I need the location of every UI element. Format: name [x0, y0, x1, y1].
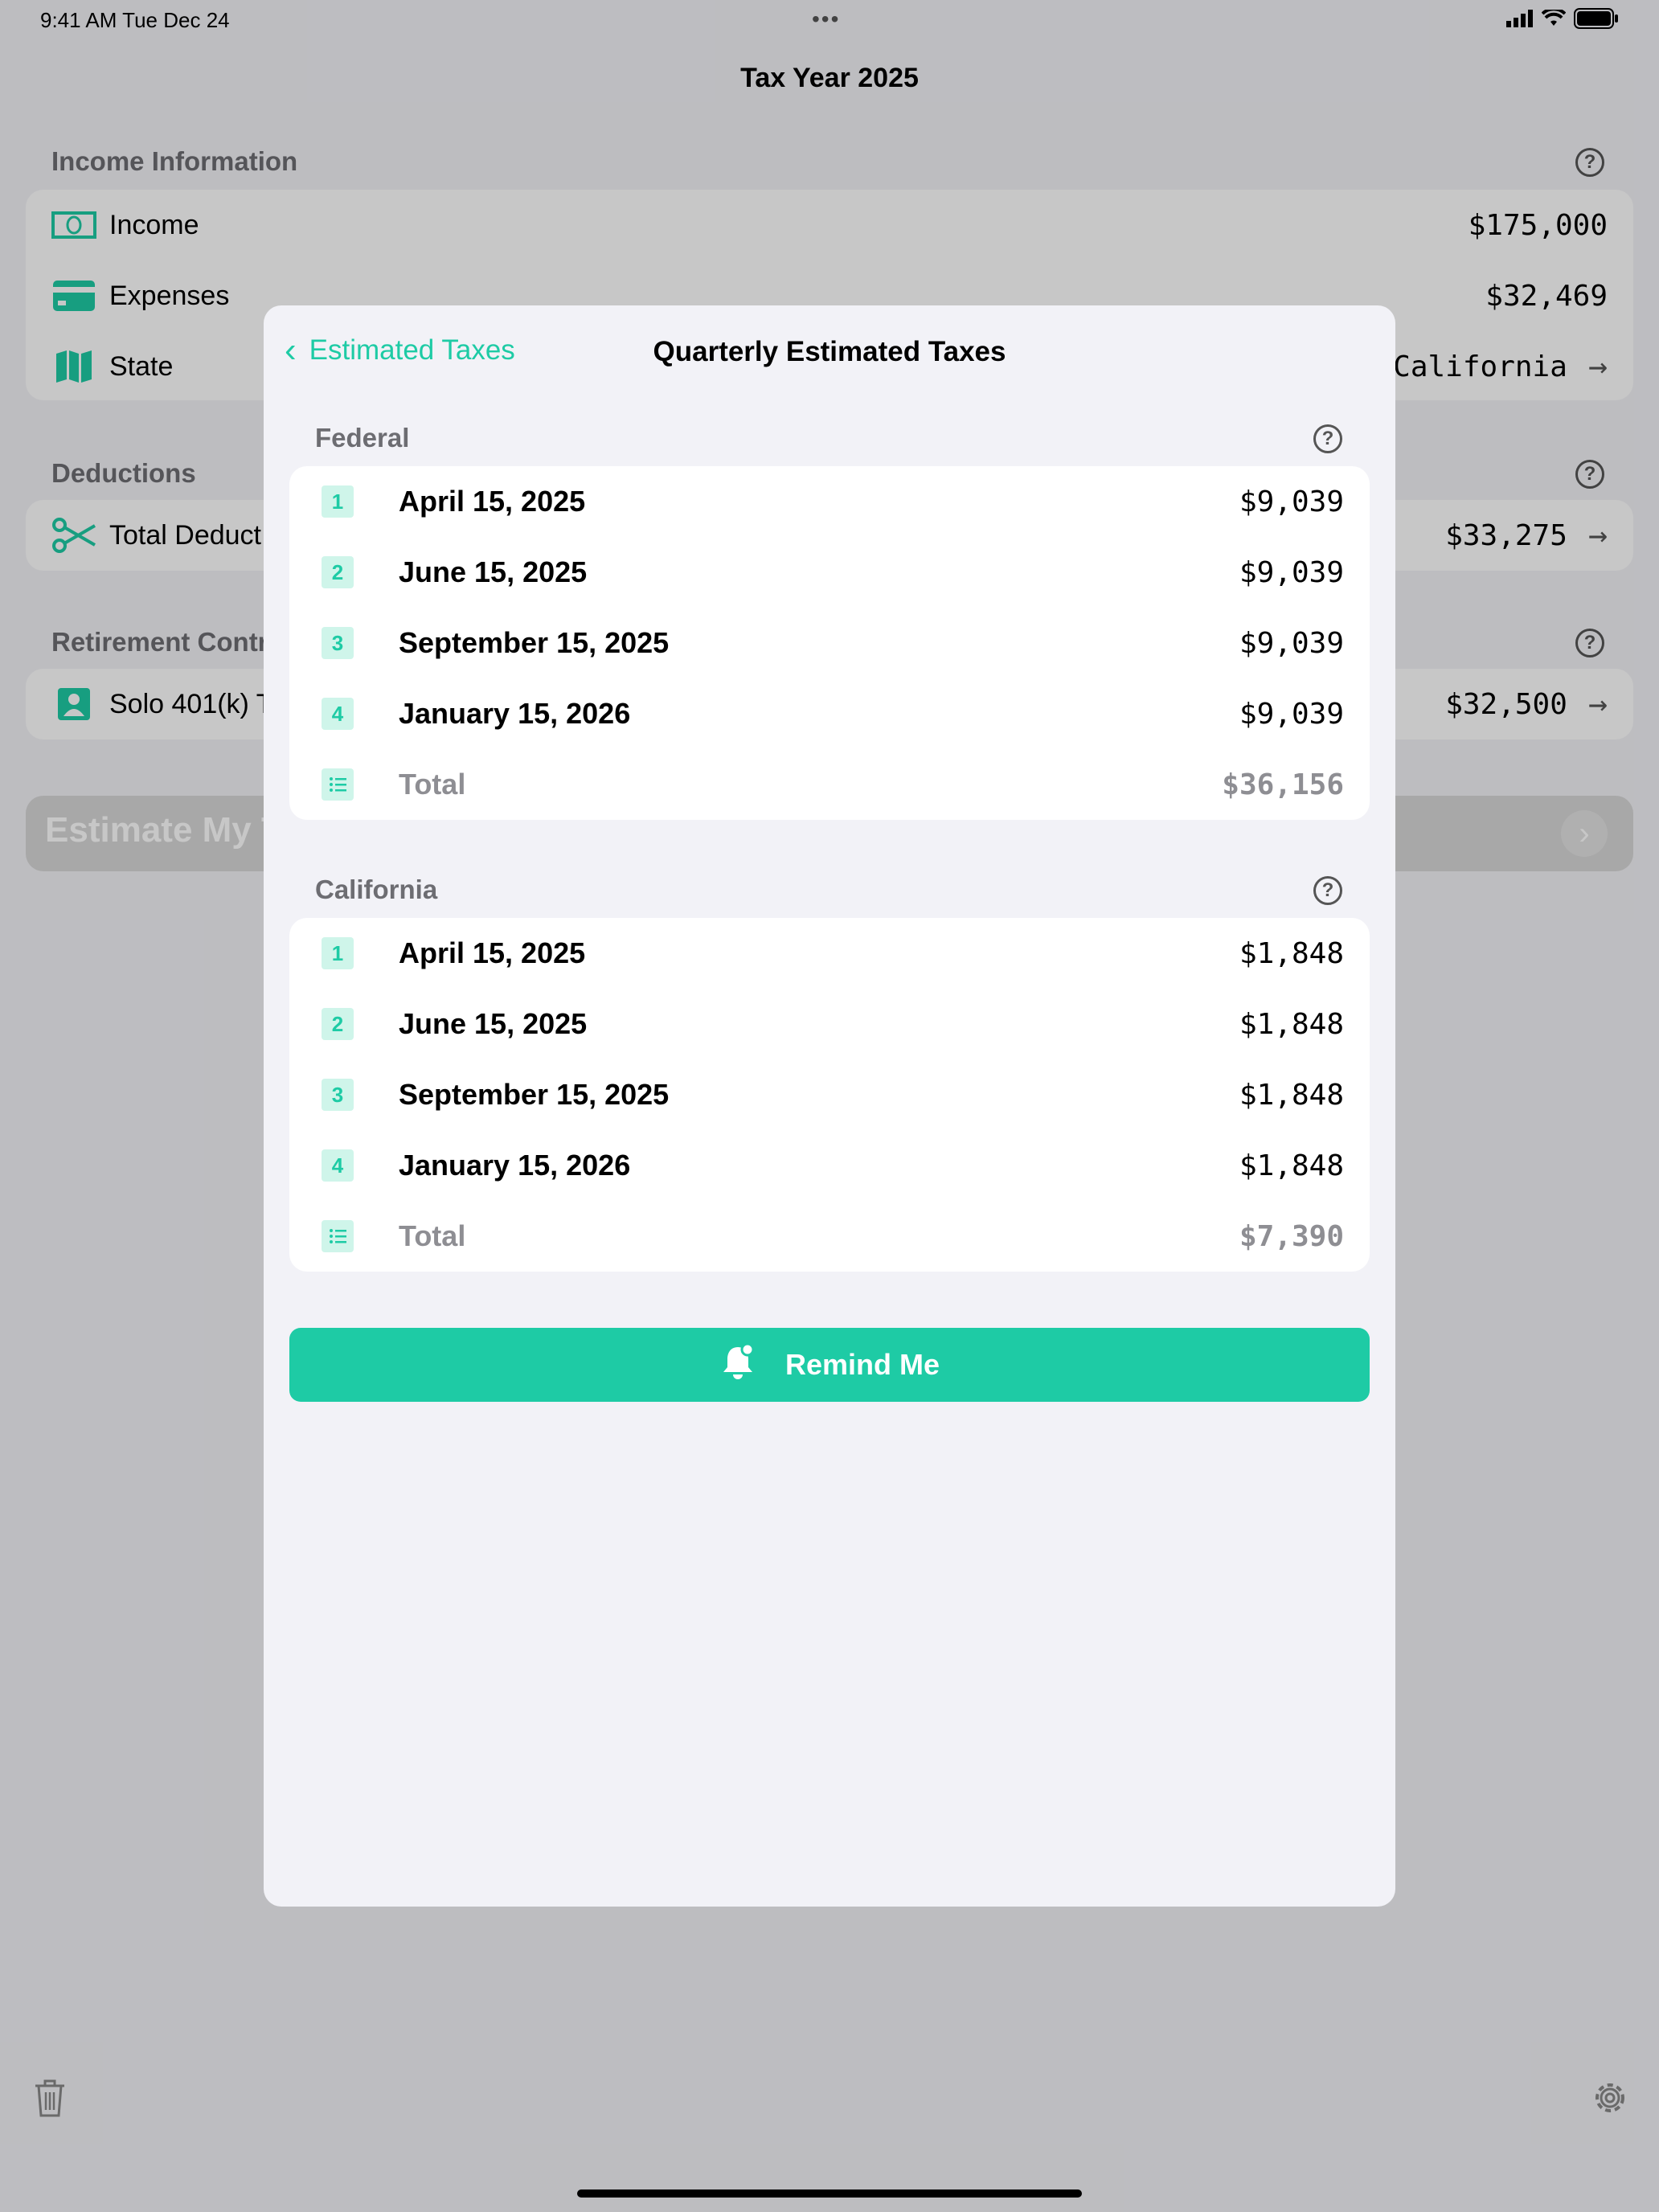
federal-row: 3 September 15, 2025 $9,039	[289, 608, 1370, 678]
list-icon	[322, 768, 354, 801]
federal-card: 1 April 15, 2025 $9,039 2 June 15, 2025 …	[289, 466, 1370, 820]
california-total-row: Total $7,390	[289, 1201, 1370, 1272]
due-date: April 15, 2025	[399, 485, 586, 518]
help-icon[interactable]: ?	[1313, 876, 1342, 905]
amount: $1,848	[1239, 1007, 1344, 1041]
help-icon[interactable]: ?	[1313, 424, 1342, 453]
quarter-badge: 4	[322, 1149, 354, 1182]
quarterly-taxes-modal: ‹ Estimated Taxes Quarterly Estimated Ta…	[264, 305, 1395, 1907]
due-date: September 15, 2025	[399, 1078, 670, 1111]
amount: $1,848	[1239, 1149, 1344, 1182]
quarter-badge: 2	[322, 1008, 354, 1040]
due-date: June 15, 2025	[399, 555, 588, 588]
federal-row: 2 June 15, 2025 $9,039	[289, 537, 1370, 608]
federal-row: 1 April 15, 2025 $9,039	[289, 466, 1370, 537]
quarter-badge: 2	[322, 556, 354, 588]
bell-badge-icon	[719, 1342, 756, 1388]
remind-me-label: Remind Me	[784, 1348, 940, 1381]
california-row: 1 April 15, 2025 $1,848	[289, 918, 1370, 989]
due-date: April 15, 2025	[399, 936, 586, 969]
california-row: 3 September 15, 2025 $1,848	[289, 1059, 1370, 1130]
home-indicator[interactable]	[577, 2189, 1082, 2198]
quarter-badge: 1	[322, 485, 354, 518]
quarter-badge: 4	[322, 698, 354, 730]
amount: $9,039	[1239, 555, 1344, 589]
total-amount: $7,390	[1239, 1219, 1344, 1253]
due-date: January 15, 2026	[399, 1149, 631, 1182]
amount: $9,039	[1239, 485, 1344, 518]
federal-total-row: Total $36,156	[289, 749, 1370, 820]
modal-title: Quarterly Estimated Taxes	[653, 336, 1006, 367]
federal-row: 4 January 15, 2026 $9,039	[289, 678, 1370, 749]
california-header: California	[315, 875, 438, 904]
amount: $1,848	[1239, 936, 1344, 970]
total-label: Total	[399, 768, 466, 801]
quarter-badge: 3	[322, 1079, 354, 1111]
remind-me-button[interactable]: Remind Me	[289, 1328, 1370, 1402]
due-date: June 15, 2025	[399, 1007, 588, 1040]
amount: $9,039	[1239, 626, 1344, 660]
quarter-badge: 3	[322, 627, 354, 659]
california-row: 4 January 15, 2026 $1,848	[289, 1130, 1370, 1201]
modal-nav-bar: ‹ Estimated Taxes Quarterly Estimated Ta…	[264, 305, 1395, 399]
federal-header: Federal	[315, 423, 410, 453]
due-date: September 15, 2025	[399, 626, 670, 659]
list-icon	[322, 1220, 354, 1252]
total-amount: $36,156	[1222, 768, 1344, 801]
due-date: January 15, 2026	[399, 697, 631, 730]
amount: $9,039	[1239, 697, 1344, 731]
california-row: 2 June 15, 2025 $1,848	[289, 989, 1370, 1059]
california-card: 1 April 15, 2025 $1,848 2 June 15, 2025 …	[289, 918, 1370, 1272]
quarter-badge: 1	[322, 937, 354, 969]
total-label: Total	[399, 1219, 466, 1252]
amount: $1,848	[1239, 1078, 1344, 1112]
